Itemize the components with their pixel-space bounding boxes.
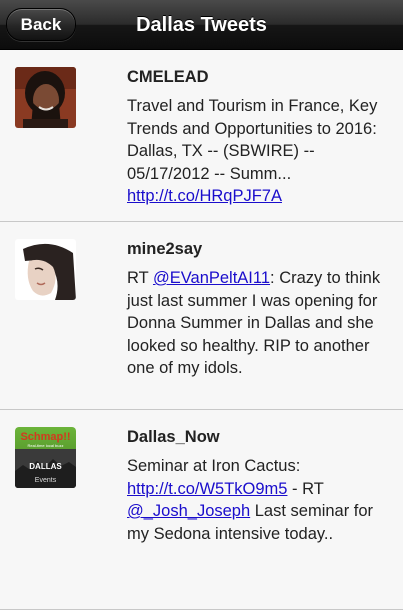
schmap-city: DALLAS: [29, 462, 62, 471]
schmap-brand: Schmap!!: [20, 431, 70, 443]
tweet-content: mine2say RT @EVanPeltAI11: Crazy to thin…: [127, 239, 385, 380]
tweet-mention[interactable]: @_Josh_Joseph: [127, 502, 250, 520]
tweet-text-start: Seminar at Iron Cactus:: [127, 457, 301, 475]
tweet-link[interactable]: http://t.co/W5TkO9m5: [127, 480, 287, 498]
page-title: Dallas Tweets: [136, 13, 267, 36]
retweet-prefix: RT: [127, 269, 153, 287]
tweet-content: CMELEAD Travel and Tourism in France, Ke…: [127, 67, 385, 208]
avatar-cmelead: [15, 67, 76, 128]
tweet-text-body: Travel and Tourism in France, Key Trends…: [127, 97, 378, 183]
tweet-username[interactable]: Dallas_Now: [127, 427, 385, 448]
tweet-text: Travel and Tourism in France, Key Trends…: [127, 95, 385, 208]
tweet-row[interactable]: CMELEAD Travel and Tourism in France, Ke…: [0, 50, 403, 222]
tweet-username[interactable]: CMELEAD: [127, 67, 385, 88]
tweet-text: Seminar at Iron Cactus: http://t.co/W5Tk…: [127, 455, 385, 545]
schmap-events-label: Events: [35, 477, 57, 484]
avatar-mine2say: [15, 239, 76, 300]
tweet-link[interactable]: http://t.co/HRqPJF7A: [127, 187, 282, 205]
navigation-bar: Back Dallas Tweets: [0, 0, 403, 50]
tweet-list[interactable]: CMELEAD Travel and Tourism in France, Ke…: [0, 50, 403, 610]
tweet-row[interactable]: mine2say RT @EVanPeltAI11: Crazy to thin…: [0, 222, 403, 410]
avatar-dallas-now: Schmap!! Real-time local buzz DALLAS Eve…: [15, 427, 76, 488]
tweet-mention[interactable]: @EVanPeltAI11: [153, 269, 270, 287]
tweet-text: RT @EVanPeltAI11: Crazy to think just la…: [127, 267, 385, 380]
tweet-row[interactable]: Schmap!! Real-time local buzz DALLAS Eve…: [0, 410, 403, 610]
schmap-tagline: Real-time local buzz: [27, 443, 63, 448]
back-button[interactable]: Back: [6, 8, 76, 41]
tweet-username[interactable]: mine2say: [127, 239, 385, 260]
tweet-text-middle: - RT: [287, 479, 324, 498]
tweet-content: Dallas_Now Seminar at Iron Cactus: http:…: [127, 427, 385, 545]
